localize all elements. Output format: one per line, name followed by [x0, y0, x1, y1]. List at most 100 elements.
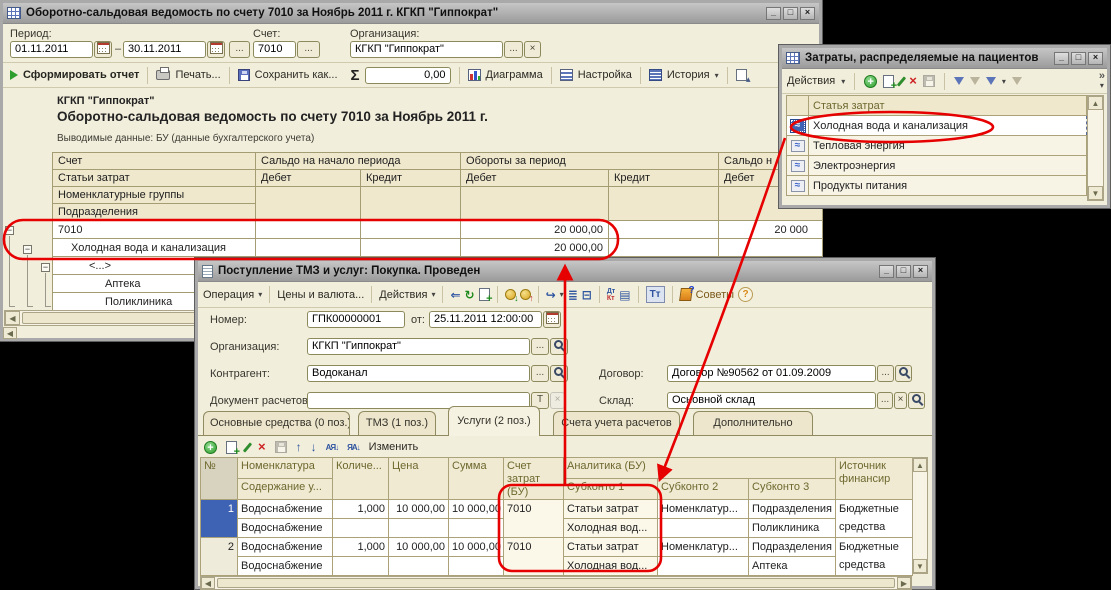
history-dropdown-icon[interactable]: ▾ — [715, 71, 719, 80]
minimize-button[interactable]: _ — [1054, 52, 1069, 65]
row-copy-icon[interactable] — [226, 441, 237, 454]
organization-input[interactable]: КГКП "Гиппократ" — [350, 41, 503, 58]
prices-currency-menu[interactable]: Цены и валюта... — [277, 289, 364, 301]
go-to-dropdown-icon[interactable]: ▾ — [560, 290, 564, 299]
chart-button[interactable]: Диаграмма — [486, 69, 543, 81]
col-header-content[interactable]: Содержание у... — [238, 479, 333, 500]
account-cell[interactable]: 7010 — [504, 538, 564, 576]
qty-cell[interactable]: 1,000 — [333, 538, 389, 557]
copy-icon[interactable] — [479, 288, 490, 301]
period-from-input[interactable]: 01.11.2011 — [10, 41, 93, 58]
content-cell[interactable]: Водоснабжение — [238, 519, 333, 538]
row-add-icon[interactable]: + — [204, 441, 217, 454]
tab-tmz[interactable]: ТМЗ (1 поз.) — [358, 411, 436, 436]
row-save-icon[interactable] — [275, 441, 287, 453]
contract-more-button[interactable]: ... — [877, 365, 894, 382]
tree-collapse-icon[interactable]: − — [23, 245, 32, 254]
row-move-up-icon[interactable]: ↑ — [296, 440, 302, 454]
col-header-price[interactable]: Цена — [389, 458, 449, 500]
contractor-more-button[interactable]: ... — [531, 365, 549, 382]
filter-off-icon[interactable] — [1012, 77, 1022, 85]
total-field[interactable]: 0,00 — [365, 67, 451, 84]
cost-item-label[interactable]: Продукты питания — [809, 176, 1087, 196]
contract-search-button[interactable] — [895, 365, 912, 382]
save-icon[interactable] — [923, 75, 935, 87]
sub3-type-cell[interactable]: Подразделения — [749, 538, 836, 557]
advice-button[interactable]: Советы — [696, 289, 734, 301]
scroll-down-icon[interactable]: ▼ — [913, 559, 927, 573]
edit-row-button[interactable]: Изменить — [369, 441, 419, 453]
sub1-type-cell[interactable]: Статьи затрат — [564, 538, 658, 557]
period-more-button[interactable]: ... — [229, 41, 250, 58]
cost-item-label[interactable]: Тепловая энергия — [809, 136, 1087, 156]
number-input[interactable]: ГПК00000001 — [307, 311, 405, 328]
price-cell[interactable]: 10 000,00 — [389, 538, 449, 557]
tree-collapse-icon[interactable]: − — [41, 263, 50, 272]
row-move-down-icon[interactable]: ↓ — [311, 440, 317, 454]
list-item[interactable]: ≈ Электроэнергия — [787, 156, 1087, 176]
date-calendar-button[interactable] — [543, 311, 561, 328]
costs-vscrollbar[interactable]: ▲ ▼ — [1087, 95, 1104, 201]
organization-input[interactable]: КГКП "Гиппократ" — [307, 338, 530, 355]
delete-icon[interactable]: × — [909, 75, 917, 87]
sub3-type-cell[interactable]: Подразделения — [749, 500, 836, 519]
edit-icon[interactable] — [897, 76, 906, 86]
warehouse-clear-button[interactable]: × — [894, 392, 907, 409]
date-input[interactable]: 25.11.2011 12:00:00 — [429, 311, 542, 328]
turnover-debit-cell[interactable]: 20 000,00 — [461, 221, 609, 239]
organization-more-button[interactable]: ... — [504, 41, 523, 58]
unpost-document-icon[interactable]: ↑ — [520, 289, 531, 300]
actions-menu[interactable]: Действия — [787, 75, 835, 87]
scroll-right-icon[interactable]: ▶ — [897, 577, 911, 589]
col-header-source[interactable]: Источник финансир — [836, 458, 913, 500]
col-header-sub2[interactable]: Субконто 2 — [658, 479, 749, 500]
scroll-up-icon[interactable]: ▲ — [913, 458, 927, 472]
report-row-cost-item[interactable]: Холодная вода и канализация 20 000,00 — [53, 239, 823, 257]
document-structure-icon[interactable]: ▤ — [619, 288, 630, 302]
sub2-type-cell[interactable]: Номенклатур... — [658, 500, 749, 519]
list-item[interactable]: ≈ Продукты питания — [787, 176, 1087, 196]
save-as-button[interactable]: Сохранить как... — [255, 69, 338, 81]
refresh-icon[interactable]: ↻ — [465, 288, 475, 302]
toolbar-overflow-icon[interactable]: » — [1099, 72, 1105, 81]
warehouse-input[interactable]: Основной склад — [667, 392, 876, 409]
period-to-calendar-button[interactable] — [207, 41, 225, 58]
cost-item-label[interactable]: Холодная вода и канализация — [809, 116, 1087, 136]
maximize-button[interactable]: □ — [783, 7, 798, 20]
open-in-new-icon[interactable] — [736, 69, 747, 81]
nomenclature-cell[interactable]: Водоснабжение — [238, 500, 333, 519]
close-button[interactable]: × — [1088, 52, 1103, 65]
organization-clear-button[interactable]: × — [524, 41, 541, 58]
closing-debit-cell[interactable]: 20 000 — [719, 221, 823, 239]
go-to-icon[interactable]: ↪ — [546, 288, 556, 302]
list-item[interactable]: ≈ Тепловая энергия — [787, 136, 1087, 156]
filter-history-icon[interactable] — [986, 77, 996, 85]
tree-collapse-icon[interactable]: − — [5, 226, 14, 235]
cost-item-label[interactable]: Электроэнергия — [809, 156, 1087, 176]
turnover-debit-cell[interactable]: 20 000,00 — [461, 239, 609, 257]
toolbar-overflow-dropdown-icon[interactable]: ▾ — [1099, 81, 1105, 90]
cost-item-cell[interactable]: Холодная вода и канализация — [53, 239, 256, 257]
tab-settlement-accounts[interactable]: Счета учета расчетов — [553, 411, 680, 436]
checklist-icon[interactable]: ⊟ — [582, 288, 592, 302]
minimize-button[interactable]: _ — [879, 265, 894, 278]
generate-report-button[interactable]: Сформировать отчет — [23, 69, 139, 81]
list-item[interactable]: ≈ Холодная вода и канализация — [787, 116, 1087, 136]
account-cell[interactable]: 7010 — [53, 221, 256, 239]
scroll-up-icon[interactable]: ▲ — [1088, 96, 1103, 110]
row-number-cell[interactable]: 1 — [201, 500, 238, 538]
organization-more-button[interactable]: ... — [531, 338, 549, 355]
tab-additional[interactable]: Дополнительно — [693, 411, 813, 436]
sub3-value-cell[interactable]: Поликлиника — [749, 519, 836, 538]
row-number-cell[interactable]: 2 — [201, 538, 238, 576]
filter-history-dropdown-icon[interactable]: ▾ — [1002, 77, 1006, 86]
sub2-type-cell[interactable]: Номенклатур... — [658, 538, 749, 557]
col-header-qty[interactable]: Количе... — [333, 458, 389, 500]
contractor-input[interactable]: Водоканал — [307, 365, 530, 382]
contract-input[interactable]: Договор №90562 от 01.09.2009 — [667, 365, 876, 382]
col-header-sub3[interactable]: Субконто 3 — [749, 479, 836, 500]
report-titlebar[interactable]: Оборотно-сальдовая ведомость по счету 70… — [3, 3, 819, 24]
account-input[interactable]: 7010 — [253, 41, 296, 58]
titles-toggle-button[interactable]: Тт — [646, 286, 665, 303]
report-row-account[interactable]: 7010 20 000,00 20 000 — [53, 221, 823, 239]
